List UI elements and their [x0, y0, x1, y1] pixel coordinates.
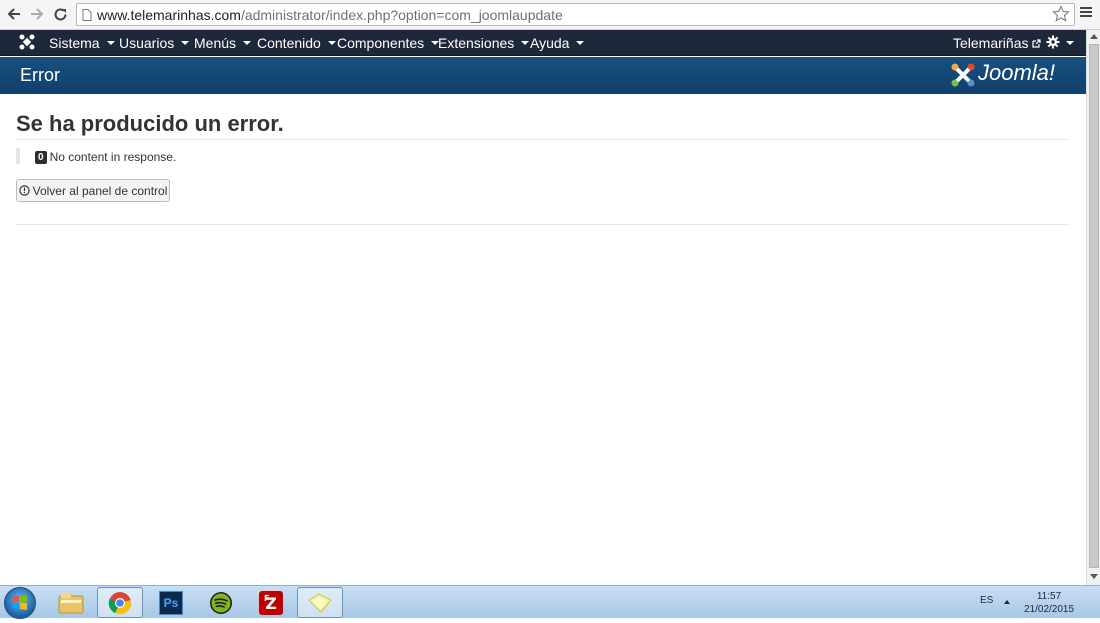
taskbar-spotify[interactable] [198, 587, 244, 618]
menu-extensiones[interactable]: Extensiones [438, 35, 530, 51]
clock-time: 11:57 [1036, 591, 1062, 602]
clock-date: 21/02/2015 [1024, 604, 1075, 615]
language-indicator[interactable]: ES [980, 595, 993, 606]
caret-down-icon [243, 41, 252, 45]
menu-usuarios-label: Usuarios [119, 35, 175, 51]
spotify-icon [210, 591, 232, 614]
page-title: Error [20, 65, 60, 85]
scroll-up-arrow-icon[interactable] [1090, 34, 1098, 39]
taskbar-sticky-notes[interactable] [297, 587, 343, 618]
scroll-down-arrow-icon[interactable] [1090, 574, 1098, 579]
back-to-control-panel-button[interactable]: Volver al panel de control [16, 179, 170, 202]
error-message-row: 0 No content in response. [16, 148, 176, 164]
divider [16, 139, 1070, 140]
windows-explorer-icon [58, 592, 84, 613]
back-arrow-icon[interactable] [4, 4, 24, 24]
menu-contenido-label: Contenido [257, 35, 321, 51]
caret-down-icon [327, 41, 336, 45]
address-bar[interactable]: www.telemarinhas.com/administrator/index… [76, 3, 1075, 26]
caret-down-icon [1066, 41, 1074, 45]
bookmark-star-icon[interactable] [1052, 5, 1072, 25]
url-path: /administrator/index.php?option=com_joom… [240, 7, 563, 23]
error-heading: Se ha producido un error. [16, 111, 284, 136]
gear-icon[interactable] [1046, 35, 1060, 49]
browser-toolbar: www.telemarinhas.com/administrator/index… [0, 0, 1100, 30]
windows-logo-icon [13, 595, 27, 610]
menu-menus-label: Menús [194, 35, 237, 51]
menu-componentes-label: Componentes [337, 35, 425, 51]
site-link-label: Telemariñas [953, 35, 1029, 51]
caret-down-icon [521, 41, 530, 45]
url-text: www.telemarinhas.com/administrator/index… [97, 7, 563, 23]
menu-ayuda-label: Ayuda [530, 35, 570, 51]
error-code-badge: 0 [35, 151, 47, 164]
menu-extensiones-label: Extensiones [438, 35, 515, 51]
menu-usuarios[interactable]: Usuarios [119, 35, 190, 51]
caret-down-icon [181, 41, 190, 45]
vertical-scrollbar[interactable] [1086, 30, 1100, 585]
caret-down-icon [576, 41, 585, 45]
menu-sistema[interactable]: Sistema [49, 35, 115, 51]
sticky-notes-icon [308, 592, 332, 613]
external-link-icon [1032, 39, 1042, 48]
photoshop-icon: Ps [159, 590, 183, 615]
menu-componentes[interactable]: Componentes [337, 35, 440, 51]
menu-sistema-label: Sistema [49, 35, 100, 51]
taskbar-explorer[interactable] [48, 587, 94, 618]
url-host: www.telemarinhas.com [97, 7, 241, 23]
reload-icon[interactable] [50, 4, 70, 24]
joomla-logo-icon [951, 63, 975, 87]
menu-ayuda[interactable]: Ayuda [530, 35, 585, 51]
system-clock[interactable]: 11:57 21/02/2015 [1024, 590, 1074, 616]
forward-arrow-icon[interactable] [27, 4, 47, 24]
svg-text:F: F [264, 594, 269, 603]
menu-menus[interactable]: Menús [194, 35, 252, 51]
joomla-logo: Joomla! [950, 60, 1070, 90]
caret-down-icon [106, 41, 115, 45]
taskbar-chrome[interactable] [97, 587, 143, 618]
joomla-logo-text: Joomla! [978, 60, 1056, 85]
joomla-menu-icon[interactable] [19, 34, 37, 52]
error-message: No content in response. [49, 150, 177, 164]
back-button-label: Volver al panel de control [32, 183, 168, 198]
filezilla-icon: ZF [259, 590, 283, 615]
taskbar-filezilla[interactable]: ZF [248, 587, 294, 618]
scroll-thumb[interactable] [1089, 44, 1099, 568]
info-circle-icon [18, 185, 30, 196]
taskbar-photoshop[interactable]: Ps [148, 587, 194, 618]
page-icon [82, 9, 92, 21]
divider [16, 224, 1070, 225]
show-hidden-icons-icon[interactable] [1004, 600, 1010, 604]
start-button[interactable] [4, 587, 36, 619]
browser-menu-icon[interactable] [1079, 5, 1095, 25]
admin-navbar: Sistema Usuarios Menús Contenido Compone… [0, 30, 1086, 56]
windows-taskbar: Ps ZF ES 11:57 21/02/2015 [0, 585, 1100, 619]
site-link[interactable]: Telemariñas [953, 35, 1042, 51]
chrome-icon [108, 591, 131, 614]
page-header: Error Joomla! [0, 57, 1086, 94]
menu-contenido[interactable]: Contenido [257, 35, 336, 51]
